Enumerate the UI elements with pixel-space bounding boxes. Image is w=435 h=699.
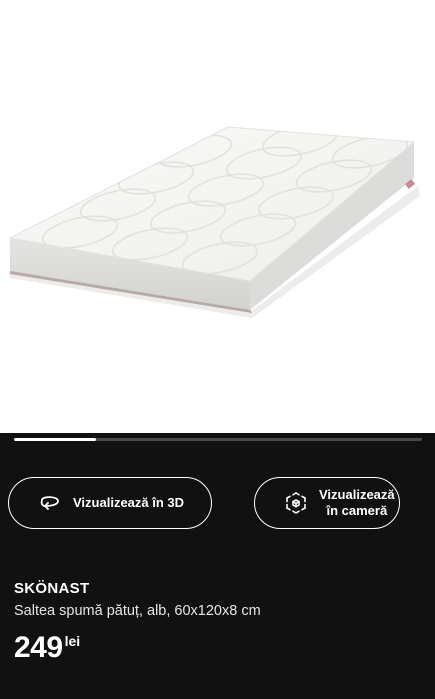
view-in-room-label: Vizualizează în cameră (319, 487, 395, 518)
product-price: 249 lei (14, 628, 80, 668)
ar-cube-icon (283, 490, 309, 516)
mattress-illustration (8, 126, 420, 318)
view-in-3d-button[interactable]: Vizualizează în 3D (8, 477, 212, 529)
price-currency: lei (64, 633, 81, 649)
product-image[interactable] (0, 0, 435, 433)
gallery-progress-fill (14, 438, 96, 441)
product-name: SKÖNAST (14, 580, 90, 597)
view-in-room-button[interactable]: Vizualizează în cameră (254, 477, 400, 529)
view-in-3d-label: Vizualizează în 3D (73, 495, 185, 510)
product-description: Saltea spumă pătuț, alb, 60x120x8 cm (14, 603, 261, 619)
price-value: 249 (14, 631, 63, 664)
rotate-3d-icon (37, 490, 63, 516)
gallery-progress (14, 438, 422, 441)
